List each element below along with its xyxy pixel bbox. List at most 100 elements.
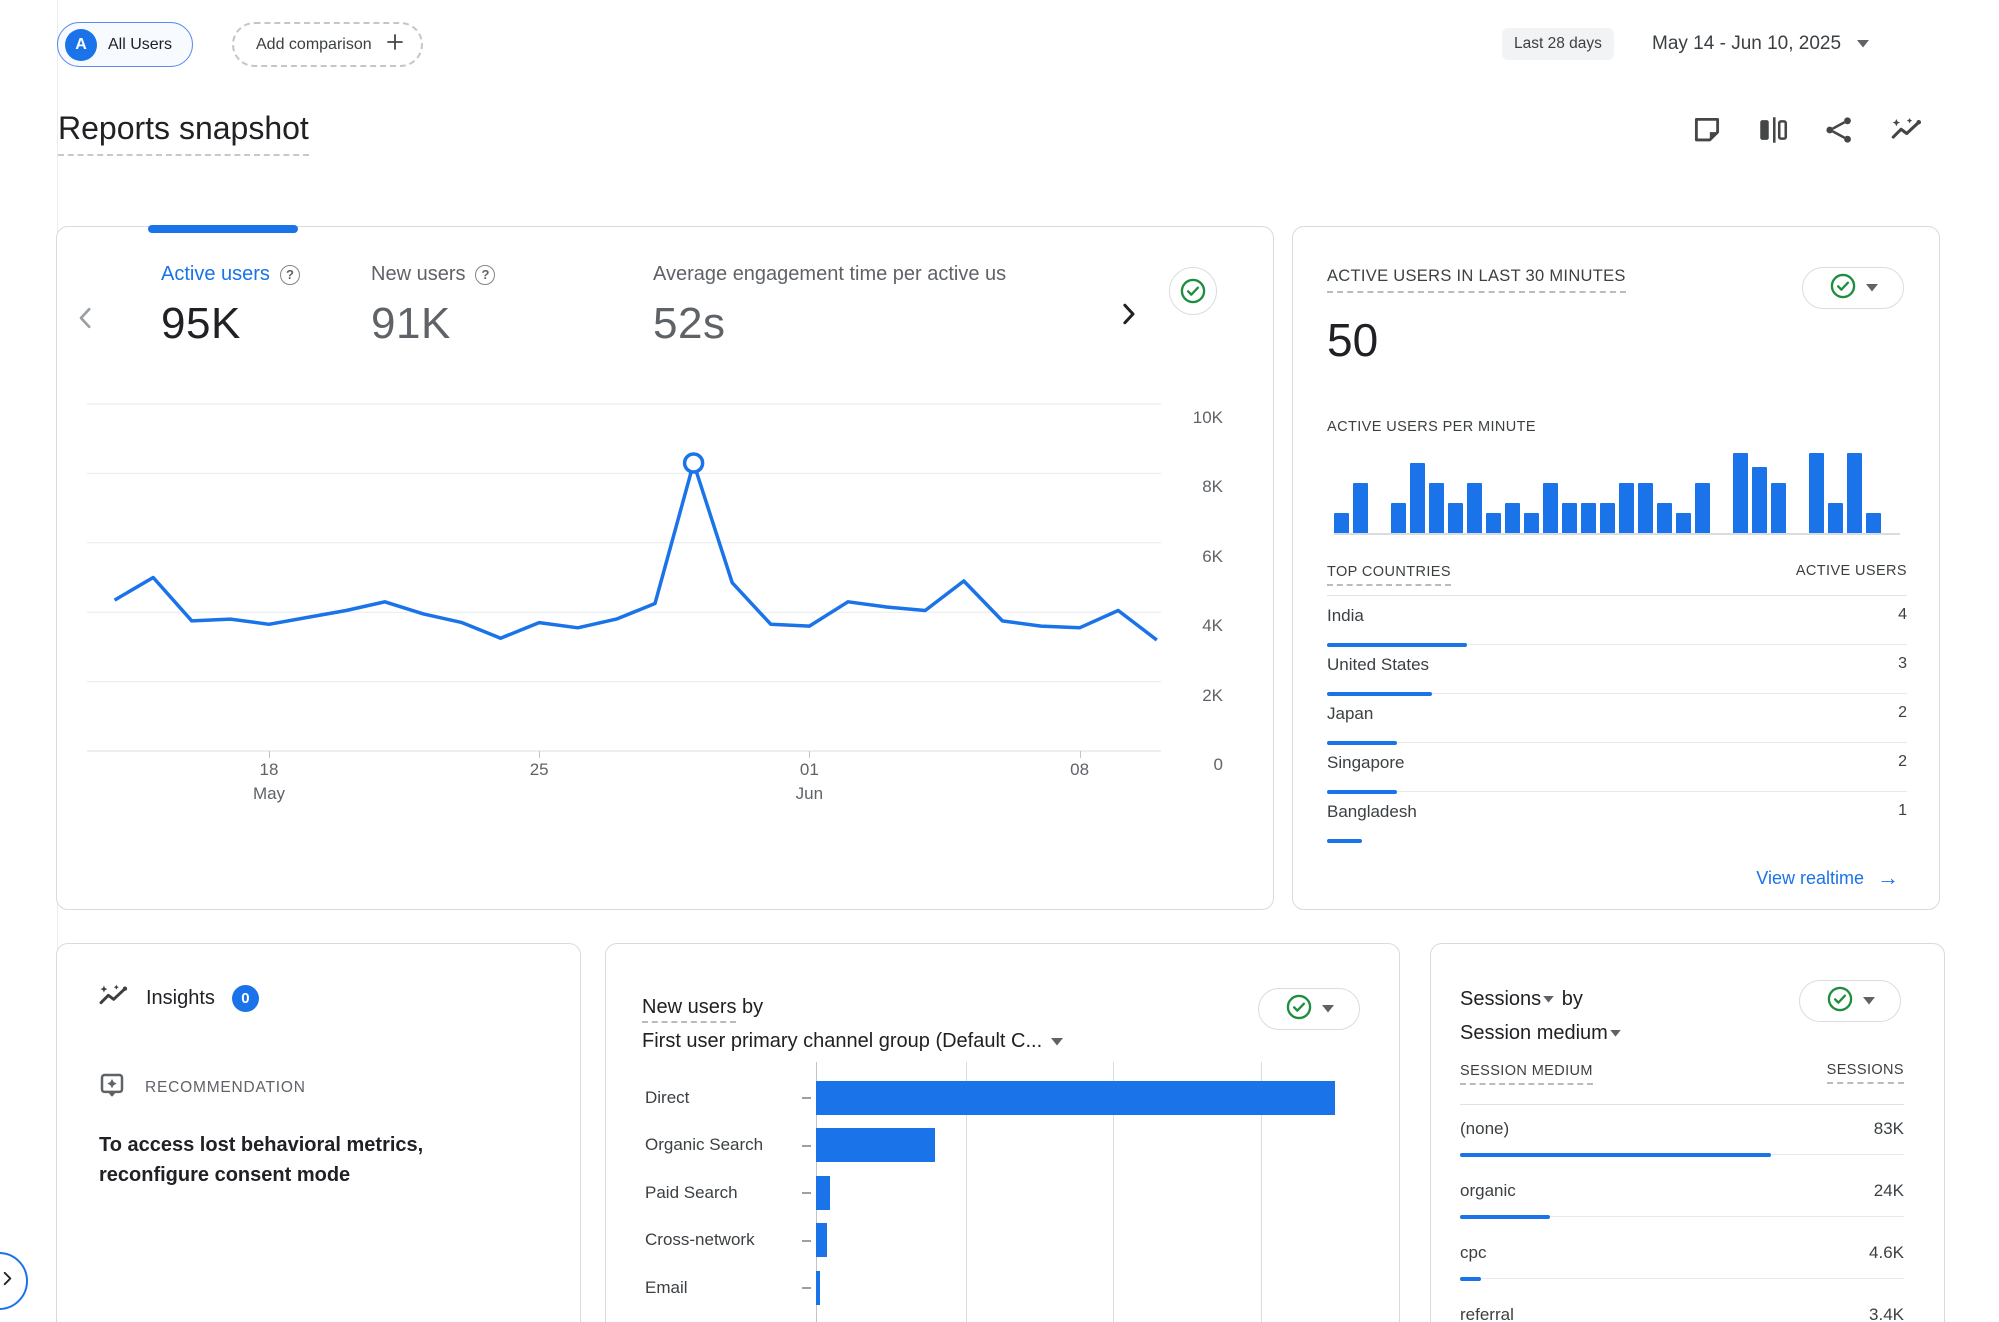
channel-row: Cross-network [606, 1217, 1399, 1265]
channel-tick [802, 1287, 811, 1289]
sessions-title: Sessions by Session medium [1460, 982, 1623, 1050]
share-icon[interactable] [1822, 113, 1856, 147]
metric-tab-avg-engagement[interactable]: Average engagement time per active us 52… [653, 263, 1103, 349]
caret-down-icon [1322, 1005, 1334, 1013]
realtime-active-users-value: 50 [1327, 313, 1378, 367]
x-axis-tick [1080, 751, 1081, 758]
minute-bar [1752, 467, 1767, 533]
view-realtime-link[interactable]: View realtime → [1756, 865, 1899, 891]
arrow-right-icon: → [1877, 865, 1899, 891]
y-axis-label: 2K [1161, 686, 1223, 706]
medium-name: (none) [1460, 1119, 1509, 1139]
channel-bar [816, 1176, 830, 1210]
channel-label: Cross-network [645, 1217, 755, 1265]
caret-down-icon [1866, 284, 1878, 292]
insights-title: Insights [146, 987, 215, 1010]
new-users-title: New users by [642, 996, 763, 1019]
session-medium-row: referral3.4K [1460, 1291, 1904, 1322]
x-axis-label: 25 [509, 760, 569, 780]
help-icon[interactable]: ? [280, 265, 300, 285]
help-icon[interactable]: ? [475, 265, 495, 285]
chevron-right-icon[interactable] [1113, 299, 1143, 329]
dimension-label[interactable]: Session medium [1460, 1022, 1608, 1044]
new-users-card: New users by First user primary channel … [605, 943, 1400, 1322]
metric-name[interactable]: New users [642, 996, 736, 1023]
channel-bar [816, 1081, 1335, 1115]
metric-name[interactable]: Sessions [1460, 988, 1541, 1010]
countries-dim-header: TOP COUNTRIES [1327, 564, 1451, 586]
y-axis-label: 0 [1161, 755, 1223, 775]
date-range-picker[interactable]: May 14 - Jun 10, 2025 [1652, 28, 1869, 60]
add-comparison-button[interactable]: Add comparison [232, 22, 423, 67]
data-quality-dropdown[interactable] [1258, 988, 1360, 1030]
all-users-label: All Users [108, 36, 172, 54]
minute-bar [1467, 483, 1482, 533]
date-preset-badge: Last 28 days [1502, 28, 1614, 60]
country-name: United States [1327, 655, 1429, 675]
insights-count-badge: 0 [232, 985, 259, 1012]
minute-bar [1486, 513, 1501, 533]
insights-icon[interactable] [1889, 113, 1923, 147]
countries-header: TOP COUNTRIES ACTIVE USERS [1327, 563, 1907, 587]
caret-down-icon [1543, 980, 1554, 1014]
minute-bar [1771, 483, 1786, 533]
data-quality-dropdown[interactable] [1802, 267, 1904, 309]
note-icon[interactable] [1690, 113, 1724, 147]
medium-name: organic [1460, 1181, 1516, 1201]
x-axis-tick [809, 751, 810, 758]
minute-bar [1809, 453, 1824, 533]
metric-tab-new-users[interactable]: New users ? 91K [371, 263, 495, 349]
sessions-value: 3.4K [1869, 1305, 1904, 1322]
minute-bar [1619, 483, 1634, 533]
overview-metrics-card: Active users ? 95K New users ? 91K Avera… [56, 226, 1274, 910]
dimension-dropdown[interactable]: First user primary channel group (Defaul… [642, 1030, 1063, 1053]
expand-nav-button[interactable] [0, 1252, 28, 1310]
insights-card: Insights 0 RECOMMENDATION To access lost… [56, 943, 581, 1322]
channel-row: Organic Search [606, 1122, 1399, 1170]
medium-name: cpc [1460, 1243, 1486, 1263]
x-axis-label: 08 [1050, 760, 1110, 780]
add-comparison-label: Add comparison [256, 36, 372, 54]
chevron-left-icon[interactable] [71, 303, 101, 333]
recommendation-text[interactable]: To access lost behavioral metrics, recon… [99, 1130, 459, 1190]
country-active-users: 4 [1898, 606, 1907, 624]
metric-tab-active-users[interactable]: Active users ? 95K [161, 263, 300, 349]
minute-bar [1847, 453, 1862, 533]
x-axis-tick [539, 751, 540, 758]
sessions-value: 4.6K [1869, 1243, 1904, 1263]
channel-bar [816, 1128, 935, 1162]
countries-metric-header: ACTIVE USERS [1796, 563, 1907, 579]
sessions-bar [1460, 1215, 1550, 1219]
channel-row: Email [606, 1264, 1399, 1312]
recommendation-icon [97, 1070, 127, 1105]
country-active-users: 2 [1898, 753, 1907, 771]
minute-bar [1334, 513, 1349, 533]
check-circle-icon [1826, 985, 1854, 1018]
minute-bar [1695, 483, 1710, 533]
check-circle-icon[interactable] [1169, 267, 1217, 315]
page-title: Reports snapshot [58, 110, 309, 156]
country-row: Japan2 [1327, 694, 1907, 743]
y-axis-label: 4K [1161, 616, 1223, 636]
all-users-segment-chip[interactable]: A All Users [57, 22, 193, 67]
top-countries-table: TOP COUNTRIES ACTIVE USERS India 4 United St… [1327, 563, 1907, 841]
dimension-label: First user primary channel group (Defaul… [642, 1030, 1042, 1053]
x-axis-label: 18 [239, 760, 299, 780]
country-name: India [1327, 606, 1364, 626]
channel-bar [816, 1271, 820, 1305]
minute-bar [1410, 463, 1425, 533]
channel-tick [802, 1145, 811, 1147]
data-quality-dropdown[interactable] [1799, 980, 1901, 1022]
sessions-bar [1460, 1277, 1481, 1281]
channel-row: Direct [606, 1074, 1399, 1122]
comparison-icon[interactable] [1756, 113, 1790, 147]
minute-bar [1448, 503, 1463, 533]
metric-label: Active users [161, 263, 270, 286]
minute-bar [1733, 453, 1748, 533]
session-medium-row: cpc 4.6K [1460, 1229, 1904, 1291]
caret-down-icon [1610, 1014, 1621, 1048]
sparkline-icon [97, 980, 129, 1017]
minute-bar [1353, 483, 1368, 533]
active-users-per-minute-chart [1334, 451, 1900, 535]
country-row: India 4 [1327, 596, 1907, 645]
